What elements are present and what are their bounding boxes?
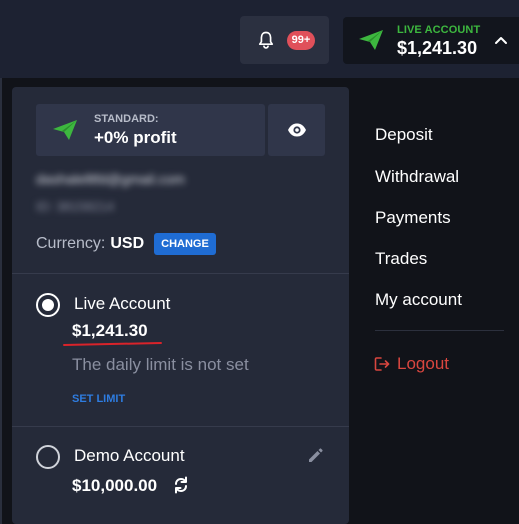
user-id: ID: 38158214 (36, 199, 115, 214)
menu-item-deposit[interactable]: Deposit (375, 125, 433, 145)
demo-account-name[interactable]: Demo Account (74, 446, 185, 466)
account-type-label: LIVE ACCOUNT (397, 24, 481, 36)
notifications-button[interactable]: 99+ (240, 16, 329, 64)
user-email: dashalelltfd@gmail.com (36, 171, 185, 187)
paper-plane-icon (359, 30, 383, 50)
account-dropdown: STANDARD: +0% profit dashalelltfd@gmail.… (0, 78, 519, 524)
app-root: 99+ LIVE ACCOUNT $1,241.30 STANDARD: +0%… (0, 0, 519, 524)
menu-item-withdrawal[interactable]: Withdrawal (375, 167, 459, 187)
account-switcher-button[interactable]: LIVE ACCOUNT $1,241.30 (343, 17, 519, 64)
notifications-badge: 99+ (287, 31, 315, 50)
demo-account-radio[interactable] (36, 445, 60, 469)
currency-label: Currency: (36, 235, 106, 252)
eye-icon (288, 123, 306, 137)
top-bar: 99+ LIVE ACCOUNT $1,241.30 (0, 0, 519, 78)
divider (12, 273, 349, 274)
set-limit-link[interactable]: SET LIMIT (72, 393, 125, 405)
currency-value: USD (110, 235, 145, 252)
change-currency-button[interactable]: CHANGE (154, 233, 216, 255)
pencil-icon[interactable] (307, 448, 323, 464)
paper-plane-icon (53, 120, 77, 140)
live-account-radio[interactable] (36, 293, 60, 317)
chevron-up-icon (495, 37, 507, 44)
dropdown-edge (0, 78, 2, 524)
logout-label: Logout (397, 354, 449, 373)
plan-value: +0% profit (94, 128, 177, 147)
plan-label: STANDARD: (94, 113, 159, 125)
logout-icon (374, 357, 390, 371)
live-account-name[interactable]: Live Account (74, 294, 170, 314)
account-balance: $1,241.30 (397, 38, 478, 58)
divider (12, 426, 349, 427)
daily-limit-text: The daily limit is not set (72, 355, 249, 374)
plan-box: STANDARD: +0% profit (36, 104, 265, 156)
live-account-balance: $1,241.30 (72, 321, 148, 340)
toggle-visibility-button[interactable] (268, 104, 325, 156)
menu-item-trades[interactable]: Trades (375, 249, 427, 269)
account-panel: STANDARD: +0% profit dashalelltfd@gmail.… (12, 87, 349, 524)
bell-icon (258, 31, 274, 49)
logout-button[interactable]: Logout (374, 353, 449, 375)
balance-underline-annotation (62, 341, 163, 347)
demo-account-balance: $10,000.00 (72, 476, 158, 495)
refresh-icon[interactable] (173, 476, 189, 494)
menu-divider (375, 330, 504, 331)
menu-item-my-account[interactable]: My account (375, 290, 462, 310)
menu-item-payments[interactable]: Payments (375, 208, 451, 228)
currency-row: Currency: USD CHANGE (36, 232, 216, 256)
